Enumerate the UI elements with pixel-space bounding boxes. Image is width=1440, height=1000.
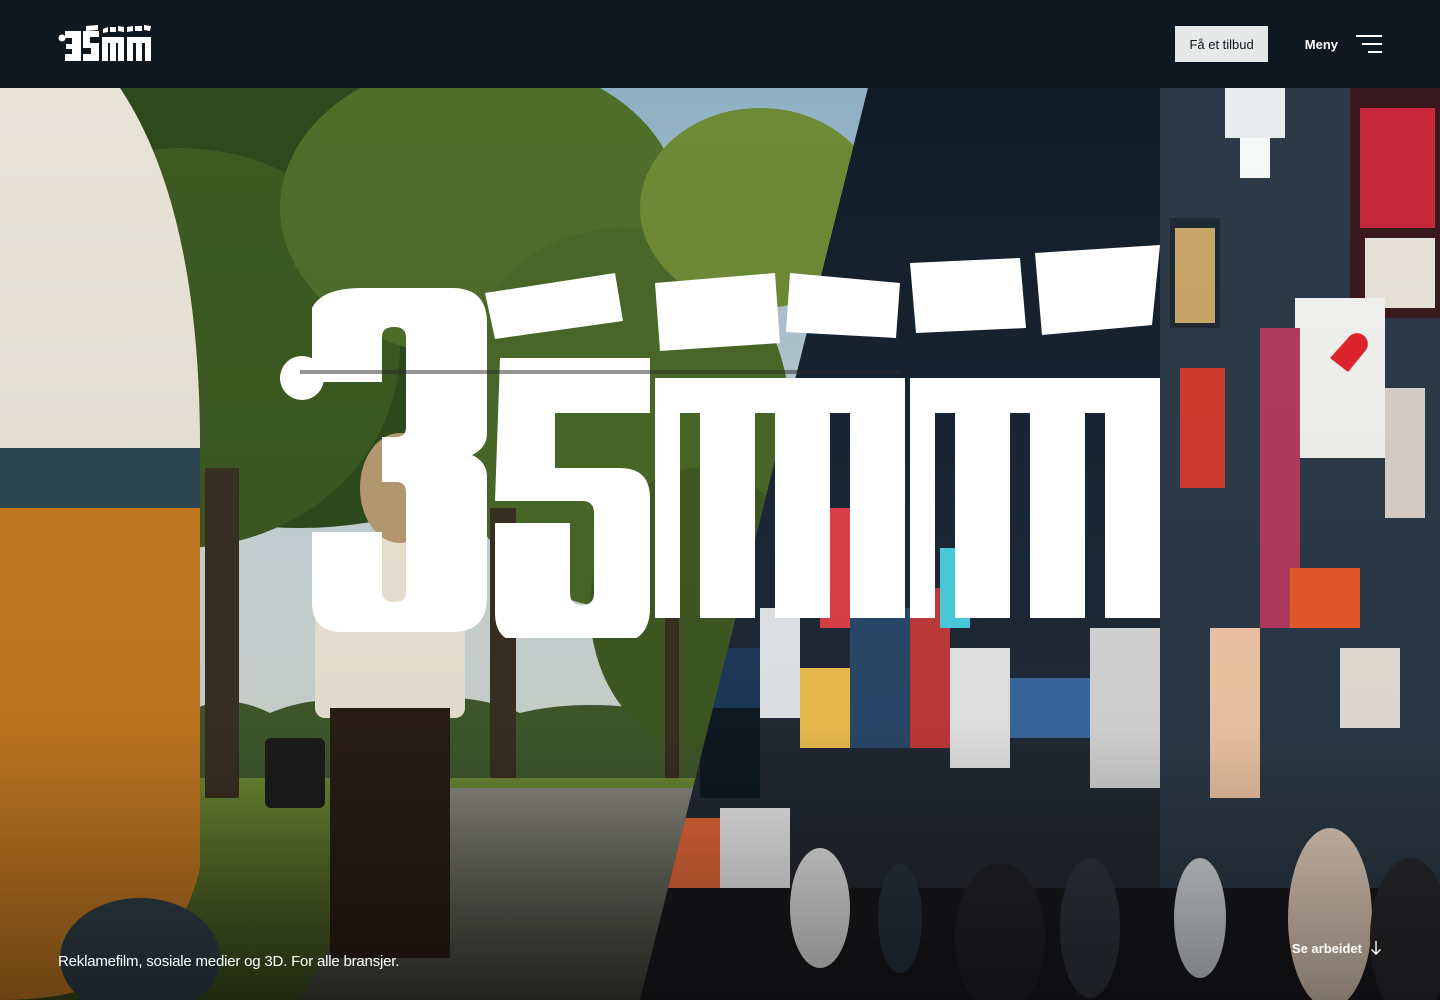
menu-label: Meny (1304, 36, 1338, 52)
see-work-label: Se arbeidet (1291, 940, 1362, 956)
get-quote-button[interactable]: Få et tilbud (1175, 26, 1268, 62)
menu-button[interactable]: Meny (1305, 35, 1382, 53)
arrow-down-icon (1371, 941, 1381, 955)
logo (58, 25, 151, 61)
hero-tagline: Reklamefilm, sosiale medier og 3D. For a… (58, 953, 400, 970)
see-work-link[interactable]: Se arbeidet (1292, 940, 1382, 956)
site-header: Få et tilbud Meny (0, 0, 1440, 88)
hamburger-icon (1356, 35, 1382, 53)
logo-link[interactable] (58, 23, 154, 65)
hero: Reklamefilm, sosiale medier og 3D. For a… (0, 88, 1440, 1000)
hero-logo (280, 245, 1160, 638)
header-actions: Få et tilbud Meny (1175, 26, 1382, 62)
